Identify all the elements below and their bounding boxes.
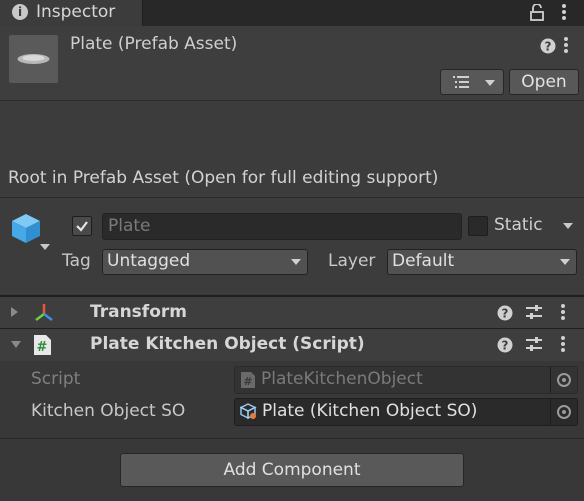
tag-dropdown[interactable]: Untagged [102, 249, 308, 275]
plate-icon [17, 54, 50, 64]
root-note-text: Root in Prefab Asset (Open for full edit… [8, 168, 439, 188]
layer-label: Layer [328, 251, 376, 271]
object-picker-button [550, 367, 577, 393]
chevron-down-icon[interactable] [40, 244, 50, 250]
layer-dropdown[interactable]: Default [387, 249, 577, 275]
kebab-menu-icon[interactable] [563, 36, 569, 59]
kebab-menu-icon[interactable] [560, 303, 566, 321]
chevron-down-icon [560, 259, 570, 265]
hierarchy-layout-dropdown[interactable] [440, 69, 504, 95]
kitchen-object-so-field[interactable]: Plate (Kitchen Object SO) [234, 398, 578, 426]
asset-title: Plate (Prefab Asset) [70, 34, 238, 54]
kitchen-object-so-label: Kitchen Object SO [31, 401, 186, 421]
scriptable-object-icon [240, 403, 257, 420]
tag-value: Untagged [107, 251, 191, 271]
presets-sliders-icon[interactable] [526, 336, 542, 352]
component-title: Transform [90, 302, 187, 322]
svg-text:#: # [243, 375, 252, 388]
component-title: Plate Kitchen Object (Script) [90, 334, 365, 354]
presets-sliders-icon[interactable] [526, 304, 542, 320]
kitchen-object-so-value: Plate (Kitchen Object SO) [262, 401, 478, 421]
kebab-menu-icon[interactable] [560, 335, 566, 353]
help-icon[interactable]: ? [497, 305, 513, 321]
help-icon[interactable]: ? [540, 38, 556, 59]
list-icon [453, 76, 469, 88]
transform-axes-icon [35, 304, 53, 321]
object-picker-button[interactable] [550, 399, 577, 425]
foldout-expanded-icon[interactable] [11, 341, 21, 348]
chevron-down-icon [485, 80, 495, 86]
static-checkbox[interactable] [468, 216, 488, 236]
tab-title: Inspector [36, 2, 116, 22]
chevron-down-icon [291, 259, 301, 265]
active-checkbox[interactable] [72, 216, 92, 236]
help-icon[interactable]: ? [497, 337, 513, 353]
help-glyph: ? [545, 40, 552, 54]
checkmark-icon [76, 221, 88, 232]
tag-label: Tag [62, 251, 91, 271]
info-icon: i [12, 4, 28, 20]
script-hash-icon: # [241, 372, 255, 388]
help-glyph: ? [502, 307, 509, 321]
cube-icon[interactable] [10, 212, 42, 249]
static-label: Static [494, 215, 543, 235]
component-header-plate-kitchen-object[interactable]: # Plate Kitchen Object (Script) ? [0, 328, 584, 361]
open-button[interactable]: Open [509, 69, 579, 95]
add-component-button[interactable]: Add Component [120, 453, 464, 487]
asset-header: Plate (Prefab Asset) ? Open [0, 26, 584, 100]
script-field-label: Script [31, 369, 81, 389]
script-field-value: PlateKitchenObject [261, 369, 423, 389]
component-header-transform[interactable]: Transform ? [0, 295, 584, 329]
svg-text:#: # [37, 340, 48, 355]
script-hash-icon: # [34, 335, 51, 355]
layer-value: Default [392, 251, 455, 271]
script-reference-field: # PlateKitchenObject [234, 366, 578, 394]
prefab-thumbnail [9, 35, 58, 83]
help-glyph: ? [502, 339, 509, 353]
divider [0, 438, 584, 439]
static-dropdown-arrow[interactable] [563, 223, 573, 229]
kebab-menu-icon[interactable] [561, 3, 567, 26]
prefab-root-note: Root in Prefab Asset (Open for full edit… [0, 160, 584, 198]
name-field-value: Plate [108, 216, 151, 236]
header-spacer [0, 100, 584, 162]
foldout-collapsed-icon[interactable] [11, 307, 18, 317]
gameobject-name-field[interactable]: Plate [102, 213, 462, 240]
lock-icon[interactable] [530, 3, 544, 26]
